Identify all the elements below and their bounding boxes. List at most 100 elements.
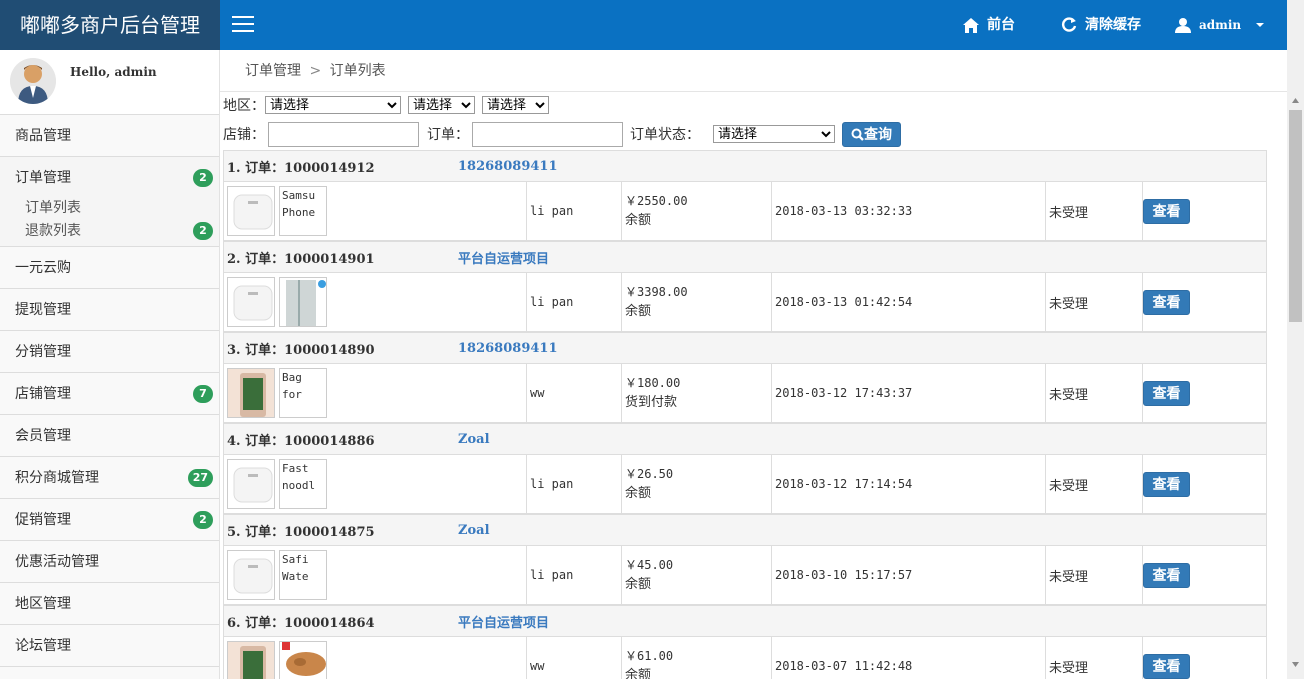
order-time: 2018-03-10 15:17:57 (775, 568, 913, 582)
product-image[interactable] (227, 459, 275, 509)
order-shop-link[interactable]: 18268089411 (458, 341, 558, 356)
status-label: 订单状态： (630, 127, 700, 143)
sidebar-item-shops[interactable]: 店铺管理 7 (0, 373, 219, 415)
action-cell: 查看 (1143, 364, 1264, 422)
breadcrumb-parent[interactable]: 订单管理 (245, 63, 301, 79)
product-image-alt[interactable]: Fast noodl (279, 459, 327, 509)
sidebar-item-one-yuan[interactable]: 一元云购 (0, 247, 219, 289)
order-amount: ￥2550.00 (625, 194, 688, 208)
time-cell: 2018-03-13 03:32:33 (772, 182, 1046, 240)
view-button[interactable]: 查看 (1143, 380, 1190, 406)
city-select[interactable]: 请选择 (408, 96, 475, 114)
sidebar-subitem-label: 退款列表 (25, 223, 81, 239)
action-cell: 查看 (1143, 637, 1264, 679)
order-shop-link[interactable]: Zoal (458, 432, 490, 447)
user-menu[interactable]: admin (1175, 0, 1273, 50)
view-button[interactable]: 查看 (1143, 198, 1190, 224)
buyer-cell: li pan (527, 455, 622, 513)
order-number: 1. 订单：1000014912 (227, 160, 375, 176)
payment-cell: ￥45.00 余额 (622, 546, 772, 604)
breadcrumb: 订单管理 > 订单列表 (220, 50, 1287, 92)
sidebar-item-points-mall[interactable]: 积分商城管理 27 (0, 457, 219, 499)
menu-toggle-icon[interactable] (232, 16, 254, 34)
order-shop-link[interactable]: 平台自运营项目 (458, 612, 549, 631)
district-select[interactable]: 请选择 (482, 96, 549, 114)
buyer-name: ww (530, 386, 545, 400)
province-select[interactable]: 请选择 (265, 96, 401, 114)
order-amount: ￥45.00 (625, 558, 674, 572)
sidebar-item-promotion[interactable]: 促销管理 2 (0, 499, 219, 541)
brand-title[interactable]: 嘟嘟多商户后台管理 (0, 0, 220, 50)
sidebar-item-label: 一元云购 (15, 260, 71, 276)
sidebar-item-withdraw[interactable]: 提现管理 (0, 289, 219, 331)
product-image[interactable] (279, 277, 327, 327)
order-amount: ￥26.50 (625, 467, 674, 481)
payment-cell: ￥26.50 余额 (622, 455, 772, 513)
payment-cell: ￥61.00 余额 (622, 637, 772, 679)
order-shop-link[interactable]: Zoal (458, 523, 490, 538)
action-cell: 查看 (1143, 455, 1264, 513)
status-select[interactable]: 请选择 (713, 125, 835, 143)
products-cell (224, 637, 527, 679)
sidebar-item-label: 店铺管理 (15, 386, 71, 402)
query-button[interactable]: 查询 (842, 121, 901, 147)
sidebar-item-label: 优惠活动管理 (15, 554, 99, 570)
front-link[interactable]: 前台 (963, 0, 1015, 50)
order-time: 2018-03-13 01:42:54 (775, 295, 913, 309)
product-image[interactable] (227, 186, 275, 236)
home-icon (963, 17, 979, 33)
view-button[interactable]: 查看 (1143, 289, 1190, 315)
shop-input[interactable] (268, 121, 419, 147)
sidebar-item-label: 商品管理 (15, 128, 71, 144)
view-button[interactable]: 查看 (1143, 562, 1190, 588)
sidebar-item-orders[interactable]: 订单管理 2 订单列表 退款列表 2 (0, 157, 219, 247)
product-image-alt[interactable]: Bag for (279, 368, 327, 418)
payment-method: 余额 (625, 577, 652, 592)
product-image-alt[interactable]: Samsu Phone (279, 186, 327, 236)
view-button[interactable]: 查看 (1143, 653, 1190, 679)
user-profile: Hello, admin (0, 50, 219, 115)
buyer-cell: li pan (527, 182, 622, 240)
action-cell: 查看 (1143, 546, 1264, 604)
view-button[interactable]: 查看 (1143, 471, 1190, 497)
payment-method: 余额 (625, 486, 652, 501)
time-cell: 2018-03-10 15:17:57 (772, 546, 1046, 604)
order-status: 未受理 (1049, 296, 1089, 312)
main-panel: 订单管理 > 订单列表 地区： 请选择 请选择 请选择 店铺： 订单： 订单状态… (220, 50, 1287, 679)
time-cell: 2018-03-07 11:42:48 (772, 637, 1046, 679)
product-image[interactable] (227, 277, 275, 327)
filter-form: 地区： 请选择 请选择 请选择 店铺： 订单： 订单状态： 请选择 查询 (220, 92, 1270, 150)
payment-method: 余额 (625, 304, 652, 319)
sidebar-item-label: 分销管理 (15, 344, 71, 360)
sidebar-item-regions[interactable]: 地区管理 (0, 583, 219, 625)
clear-cache-link[interactable]: 清除缓存 (1061, 0, 1141, 50)
count-badge: 7 (193, 385, 213, 403)
product-image-alt[interactable]: Safi Wate (279, 550, 327, 600)
product-image[interactable] (279, 641, 327, 679)
sidebar-item-members[interactable]: 会员管理 (0, 415, 219, 457)
product-image[interactable] (227, 641, 275, 679)
buyer-name: li pan (530, 204, 574, 218)
avatar (10, 58, 56, 104)
sidebar-item-distribution[interactable]: 分销管理 (0, 331, 219, 373)
user-name: admin (1199, 18, 1242, 32)
order-status: 未受理 (1049, 387, 1089, 403)
order-input[interactable] (472, 121, 623, 147)
sidebar-item-discounts[interactable]: 优惠活动管理 (0, 541, 219, 583)
buyer-name: li pan (530, 477, 574, 491)
order-content: 地区： 请选择 请选择 请选择 店铺： 订单： 订单状态： 请选择 查询 1. … (220, 92, 1270, 679)
product-image[interactable] (227, 368, 275, 418)
sidebar-item-goods[interactable]: 商品管理 (0, 115, 219, 157)
table-row: li pan ￥3398.00 余额 2018-03-13 01:42:54 未受理 查看 (223, 272, 1267, 332)
order-header: 2. 订单：1000014901 平台自运营项目 (223, 241, 1267, 272)
sidebar-item-label: 论坛管理 (15, 638, 71, 654)
order-shop-link[interactable]: 平台自运营项目 (458, 248, 549, 267)
sidebar-subitem-order-list[interactable]: 订单列表 (15, 197, 219, 220)
sidebar-item-forum[interactable]: 论坛管理 (0, 625, 219, 667)
sidebar-subitem-refund-list[interactable]: 退款列表 2 (15, 220, 219, 243)
order-shop-link[interactable]: 18268089411 (458, 159, 558, 174)
product-image[interactable] (227, 550, 275, 600)
page-scrollbar[interactable] (1287, 0, 1304, 679)
buyer-cell: li pan (527, 546, 622, 604)
count-badge: 27 (187, 469, 213, 487)
